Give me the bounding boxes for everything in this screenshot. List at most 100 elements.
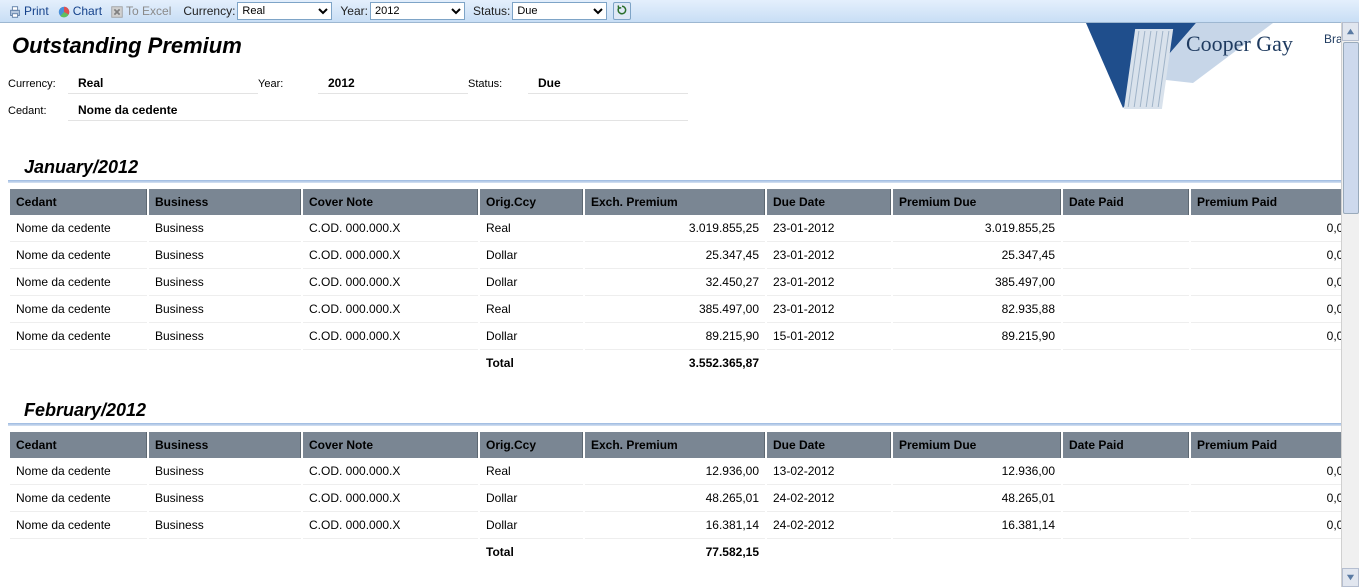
cell-origccy: Dollar — [480, 485, 583, 512]
col-premiumdue[interactable]: Premium Due — [893, 189, 1061, 215]
cell-cedant: Nome da cedente — [10, 296, 147, 323]
cell-datepaid — [1063, 296, 1189, 323]
col-datepaid[interactable]: Date Paid — [1063, 189, 1189, 215]
cell-duedate: 23-01-2012 — [767, 215, 891, 242]
year-select-label: Year: — [340, 4, 368, 18]
col-business[interactable]: Business — [149, 432, 301, 458]
cell-exchpremium: 25.347,45 — [585, 242, 765, 269]
brand-logo: Cooper Gay Brasil — [1028, 23, 1358, 118]
summary-currency-value: Real — [68, 73, 258, 94]
cell-covernote: C.OD. 000.000.X — [303, 458, 478, 485]
cell-origccy: Real — [480, 458, 583, 485]
cell-origccy: Dollar — [480, 323, 583, 350]
cell-premiumdue: 12.936,00 — [893, 458, 1061, 485]
year-select[interactable]: 2012 — [370, 2, 465, 20]
cell-exchpremium: 12.936,00 — [585, 458, 765, 485]
printer-icon — [8, 4, 22, 18]
cell-premiumpaid: 0,00 — [1191, 242, 1356, 269]
refresh-button[interactable] — [613, 2, 631, 20]
col-origccy[interactable]: Orig.Ccy — [480, 432, 583, 458]
cell-premiumpaid: 0,00 — [1191, 296, 1356, 323]
col-premiumdue[interactable]: Premium Due — [893, 432, 1061, 458]
table-row[interactable]: Nome da cedenteBusinessC.OD. 000.000.XRe… — [10, 296, 1356, 323]
cell-covernote: C.OD. 000.000.X — [303, 269, 478, 296]
col-cedant[interactable]: Cedant — [10, 432, 147, 458]
cell-datepaid — [1063, 242, 1189, 269]
cell-exchpremium: 89.215,90 — [585, 323, 765, 350]
scroll-down-arrow-icon[interactable] — [1342, 568, 1359, 587]
table-row[interactable]: Nome da cedenteBusinessC.OD. 000.000.XDo… — [10, 269, 1356, 296]
summary-year-label: Year: — [258, 78, 318, 90]
cell-cedant: Nome da cedente — [10, 458, 147, 485]
cell-duedate: 23-01-2012 — [767, 296, 891, 323]
vertical-scrollbar[interactable] — [1341, 22, 1359, 587]
cell-premiumdue: 16.381,14 — [893, 512, 1061, 539]
total-value: 77.582,15 — [585, 539, 765, 565]
cell-covernote: C.OD. 000.000.X — [303, 485, 478, 512]
col-covernote[interactable]: Cover Note — [303, 189, 478, 215]
cell-duedate: 24-02-2012 — [767, 512, 891, 539]
excel-icon — [110, 4, 124, 18]
currency-select[interactable]: Real — [237, 2, 332, 20]
cell-duedate: 15-01-2012 — [767, 323, 891, 350]
table-row[interactable]: Nome da cedenteBusinessC.OD. 000.000.XRe… — [10, 215, 1356, 242]
cell-duedate: 13-02-2012 — [767, 458, 891, 485]
cell-duedate: 23-01-2012 — [767, 242, 891, 269]
cell-cedant: Nome da cedente — [10, 485, 147, 512]
summary-cedant-label: Cedant: — [8, 105, 68, 117]
col-premiumpaid[interactable]: Premium Paid — [1191, 189, 1356, 215]
print-label: Print — [24, 0, 49, 22]
col-exchpremium[interactable]: Exch. Premium — [585, 432, 765, 458]
summary-year-value: 2012 — [318, 73, 468, 94]
col-datepaid[interactable]: Date Paid — [1063, 432, 1189, 458]
cell-datepaid — [1063, 269, 1189, 296]
table-row[interactable]: Nome da cedenteBusinessC.OD. 000.000.XDo… — [10, 242, 1356, 269]
table-row[interactable]: Nome da cedenteBusinessC.OD. 000.000.XDo… — [10, 512, 1356, 539]
currency-select-label: Currency: — [183, 4, 235, 18]
cell-premiumdue: 89.215,90 — [893, 323, 1061, 350]
col-business[interactable]: Business — [149, 189, 301, 215]
summary-status-value: Due — [528, 73, 688, 94]
col-premiumpaid[interactable]: Premium Paid — [1191, 432, 1356, 458]
cell-exchpremium: 385.497,00 — [585, 296, 765, 323]
cell-business: Business — [149, 242, 301, 269]
toexcel-button: To Excel — [106, 0, 175, 22]
cell-exchpremium: 48.265,01 — [585, 485, 765, 512]
col-cedant[interactable]: Cedant — [10, 189, 147, 215]
print-button[interactable]: Print — [4, 0, 53, 22]
table-row[interactable]: Nome da cedenteBusinessC.OD. 000.000.XDo… — [10, 323, 1356, 350]
status-select[interactable]: Due — [512, 2, 607, 20]
cell-premiumpaid: 0,00 — [1191, 458, 1356, 485]
col-duedate[interactable]: Due Date — [767, 189, 891, 215]
cell-covernote: C.OD. 000.000.X — [303, 512, 478, 539]
cell-datepaid — [1063, 215, 1189, 242]
cell-covernote: C.OD. 000.000.X — [303, 323, 478, 350]
cell-datepaid — [1063, 458, 1189, 485]
cell-cedant: Nome da cedente — [10, 242, 147, 269]
cell-cedant: Nome da cedente — [10, 269, 147, 296]
col-origccy[interactable]: Orig.Ccy — [480, 189, 583, 215]
section-title: February/2012 — [24, 400, 1358, 421]
toexcel-label: To Excel — [126, 0, 171, 22]
table-row[interactable]: Nome da cedenteBusinessC.OD. 000.000.XDo… — [10, 485, 1356, 512]
cell-datepaid — [1063, 323, 1189, 350]
cell-covernote: C.OD. 000.000.X — [303, 242, 478, 269]
cell-cedant: Nome da cedente — [10, 323, 147, 350]
table-row[interactable]: Nome da cedenteBusinessC.OD. 000.000.XRe… — [10, 458, 1356, 485]
scroll-thumb[interactable] — [1343, 42, 1359, 214]
col-covernote[interactable]: Cover Note — [303, 432, 478, 458]
col-exchpremium[interactable]: Exch. Premium — [585, 189, 765, 215]
cell-datepaid — [1063, 512, 1189, 539]
premium-table: CedantBusinessCover NoteOrig.CcyExch. Pr… — [8, 432, 1358, 565]
scroll-up-arrow-icon[interactable] — [1342, 22, 1359, 41]
report-toolbar: Print Chart To Excel Currency: Real Year… — [0, 0, 1359, 23]
summary-status-label: Status: — [468, 78, 528, 90]
cell-premiumpaid: 0,00 — [1191, 512, 1356, 539]
summary-currency-label: Currency: — [8, 78, 68, 90]
cell-origccy: Dollar — [480, 269, 583, 296]
chart-button[interactable]: Chart — [53, 0, 106, 22]
col-duedate[interactable]: Due Date — [767, 432, 891, 458]
cell-exchpremium: 3.019.855,25 — [585, 215, 765, 242]
cell-premiumdue: 3.019.855,25 — [893, 215, 1061, 242]
report-content: Cooper Gay Brasil Outstanding Premium Cu… — [0, 23, 1358, 585]
